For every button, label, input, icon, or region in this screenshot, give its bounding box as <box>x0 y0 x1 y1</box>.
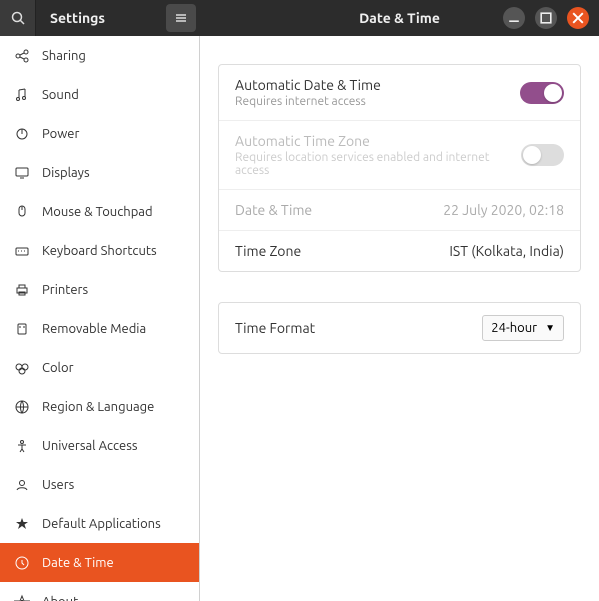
mouse-icon <box>14 204 30 220</box>
datetime-row: Date & Time 22 July 2020, 02:18 <box>219 190 580 231</box>
toggle-knob <box>544 84 562 102</box>
sidebar-item-color[interactable]: Color <box>0 348 199 387</box>
window-controls <box>503 7 599 29</box>
sidebar-item-keyboard[interactable]: Keyboard Shortcuts <box>0 231 199 270</box>
sidebar-item-datetime[interactable]: Date & Time <box>0 543 199 582</box>
sidebar-item-label: Printers <box>42 283 88 297</box>
sidebar-item-label: Power <box>42 127 79 141</box>
star-icon <box>14 516 30 532</box>
search-button[interactable] <box>0 0 36 36</box>
timeformat-row: Time Format 24-hour ▼ <box>219 303 580 353</box>
auto-timezone-sub: Requires location services enabled and i… <box>235 151 521 177</box>
sidebar: Sharing Sound Power Displays Mouse & Tou… <box>0 36 200 601</box>
menu-button[interactable] <box>166 4 196 32</box>
titlebar-left: Settings <box>0 0 200 36</box>
titlebar: Settings Date & Time <box>0 0 599 36</box>
sidebar-item-mouse[interactable]: Mouse & Touchpad <box>0 192 199 231</box>
minimize-icon <box>506 10 522 26</box>
timezone-row[interactable]: Time Zone IST (Kolkata, India) <box>219 231 580 271</box>
page-title: Date & Time <box>359 10 440 26</box>
chevron-down-icon: ▼ <box>545 322 555 334</box>
sidebar-item-users[interactable]: Users <box>0 465 199 504</box>
sidebar-item-label: Default Applications <box>42 517 161 531</box>
sidebar-item-removable[interactable]: Removable Media <box>0 309 199 348</box>
sidebar-item-label: Mouse & Touchpad <box>42 205 153 219</box>
titlebar-right: Date & Time <box>200 0 599 36</box>
timeformat-value: 24-hour <box>491 321 537 335</box>
body: Sharing Sound Power Displays Mouse & Tou… <box>0 36 599 601</box>
sidebar-item-universal[interactable]: Universal Access <box>0 426 199 465</box>
removable-icon <box>14 321 30 337</box>
sharing-icon <box>14 48 30 64</box>
sidebar-item-label: Displays <box>42 166 90 180</box>
sidebar-item-displays[interactable]: Displays <box>0 153 199 192</box>
sidebar-item-about[interactable]: About <box>0 582 199 601</box>
maximize-icon <box>538 10 554 26</box>
datetime-value: 22 July 2020, 02:18 <box>443 202 564 218</box>
sound-icon <box>14 87 30 103</box>
sidebar-item-power[interactable]: Power <box>0 114 199 153</box>
sidebar-item-label: Color <box>42 361 74 375</box>
sidebar-item-label: About <box>42 595 78 601</box>
auto-timezone-toggle <box>521 144 564 166</box>
sidebar-item-default-apps[interactable]: Default Applications <box>0 504 199 543</box>
sidebar-item-sharing[interactable]: Sharing <box>0 36 199 75</box>
universal-icon <box>14 438 30 454</box>
auto-timezone-row: Automatic Time Zone Requires location se… <box>219 121 580 190</box>
sidebar-item-label: Users <box>42 478 74 492</box>
close-button[interactable] <box>567 7 589 29</box>
sidebar-item-label: Sharing <box>42 49 86 63</box>
color-icon <box>14 360 30 376</box>
sidebar-item-label: Region & Language <box>42 400 154 414</box>
sidebar-item-label: Universal Access <box>42 439 137 453</box>
sidebar-item-label: Sound <box>42 88 79 102</box>
sidebar-item-label: Removable Media <box>42 322 146 336</box>
search-icon <box>10 10 26 26</box>
auto-datetime-title: Automatic Date & Time <box>235 77 381 93</box>
toggle-knob <box>523 146 541 164</box>
users-icon <box>14 477 30 493</box>
timeformat-dropdown[interactable]: 24-hour ▼ <box>482 315 564 341</box>
row-text: Automatic Date & Time Requires internet … <box>235 77 381 108</box>
sidebar-item-sound[interactable]: Sound <box>0 75 199 114</box>
auto-datetime-sub: Requires internet access <box>235 95 381 108</box>
hamburger-icon <box>173 10 189 26</box>
row-text: Automatic Time Zone Requires location se… <box>235 133 521 177</box>
sidebar-item-region[interactable]: Region & Language <box>0 387 199 426</box>
timeformat-card: Time Format 24-hour ▼ <box>218 302 581 354</box>
timeformat-label: Time Format <box>235 320 315 336</box>
timezone-label: Time Zone <box>235 243 301 259</box>
about-icon <box>14 594 30 601</box>
maximize-button[interactable] <box>535 7 557 29</box>
sidebar-item-label: Keyboard Shortcuts <box>42 244 157 258</box>
displays-icon <box>14 165 30 181</box>
content: Automatic Date & Time Requires internet … <box>200 36 599 601</box>
auto-datetime-row[interactable]: Automatic Date & Time Requires internet … <box>219 65 580 121</box>
clock-icon <box>14 555 30 571</box>
datetime-label: Date & Time <box>235 202 312 218</box>
close-icon <box>570 10 586 26</box>
timezone-value: IST (Kolkata, India) <box>449 243 564 259</box>
printers-icon <box>14 282 30 298</box>
minimize-button[interactable] <box>503 7 525 29</box>
sidebar-item-printers[interactable]: Printers <box>0 270 199 309</box>
app-title: Settings <box>50 10 105 26</box>
keyboard-icon <box>14 243 30 259</box>
region-icon <box>14 399 30 415</box>
auto-timezone-title: Automatic Time Zone <box>235 133 521 149</box>
sidebar-item-label: Date & Time <box>42 556 114 570</box>
auto-datetime-toggle[interactable] <box>520 82 564 104</box>
datetime-card: Automatic Date & Time Requires internet … <box>218 64 581 272</box>
power-icon <box>14 126 30 142</box>
